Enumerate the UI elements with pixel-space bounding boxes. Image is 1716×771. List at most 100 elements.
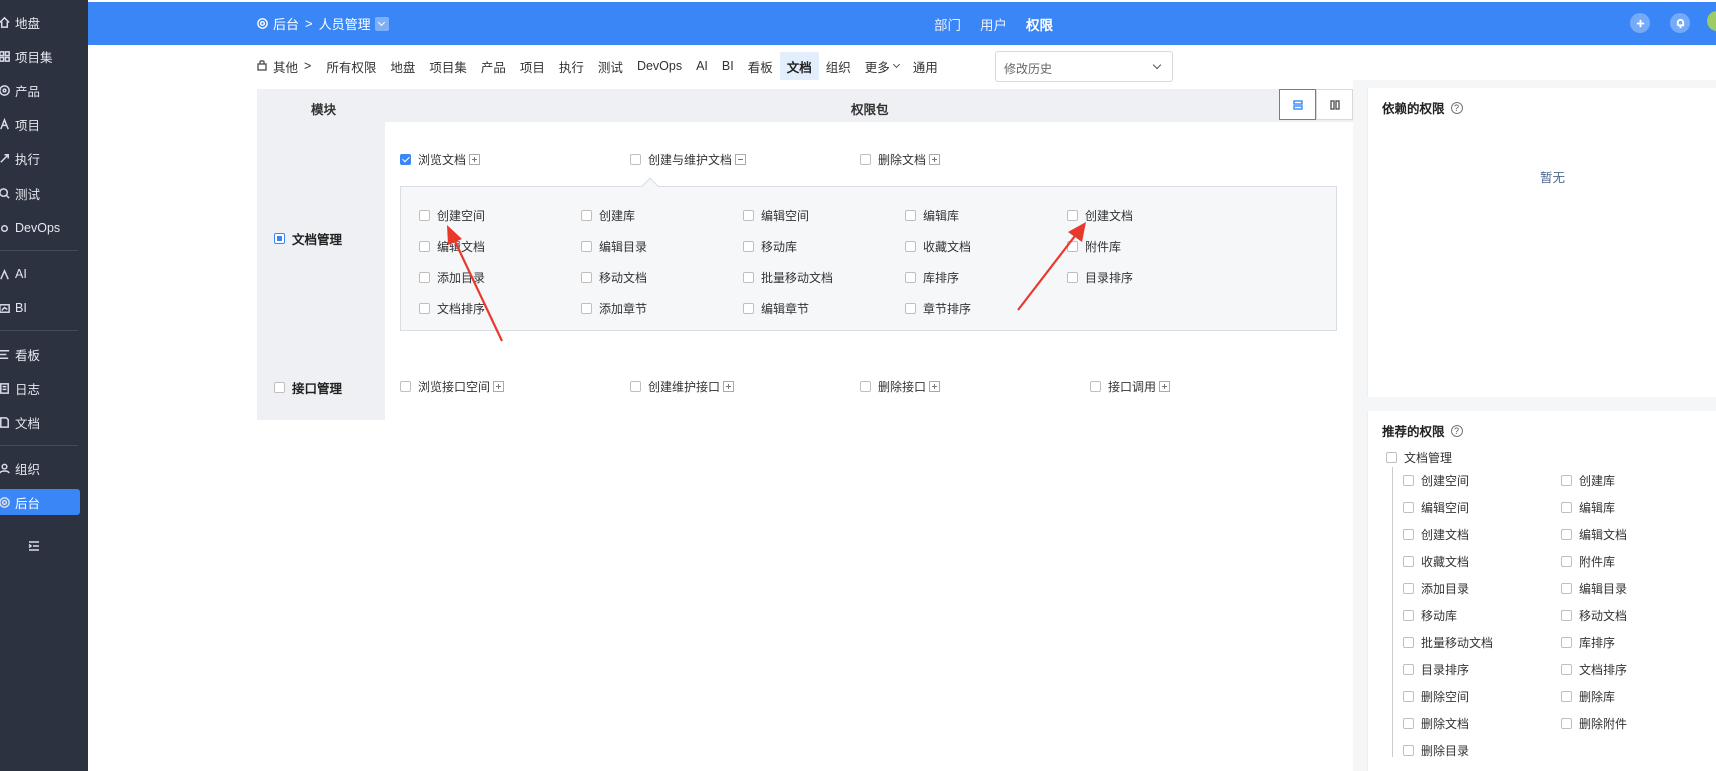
- sidebar-item-program[interactable]: 项目集: [0, 43, 88, 69]
- pack-checkbox[interactable]: [860, 154, 871, 165]
- module-api-management[interactable]: 接口管理: [274, 378, 342, 397]
- checkbox[interactable]: [1561, 529, 1572, 540]
- checkbox[interactable]: [905, 210, 916, 221]
- perm-collect-doc[interactable]: 收藏文档: [905, 238, 971, 255]
- checkbox[interactable]: [419, 303, 430, 314]
- checkbox[interactable]: [1403, 475, 1414, 486]
- checkbox[interactable]: [1561, 691, 1572, 702]
- perm-create-lib[interactable]: 创建库: [581, 207, 635, 224]
- checkbox[interactable]: [1403, 718, 1414, 729]
- checkbox[interactable]: [581, 303, 592, 314]
- checkbox[interactable]: [1561, 475, 1572, 486]
- sidebar-item-product[interactable]: 产品: [0, 77, 88, 103]
- sidebar-item-dashboard[interactable]: 地盘: [0, 9, 88, 35]
- rec-item[interactable]: 创建文档: [1403, 526, 1469, 543]
- pack-checkbox[interactable]: [630, 154, 641, 165]
- pack-checkbox[interactable]: [630, 381, 641, 392]
- module-checkbox[interactable]: [274, 233, 285, 244]
- rec-item[interactable]: 编辑文档: [1561, 526, 1627, 543]
- rec-item[interactable]: 删除文档: [1403, 715, 1469, 732]
- sidebar-item-kanban[interactable]: 看板: [0, 341, 88, 367]
- checkbox[interactable]: [1403, 583, 1414, 594]
- checkbox[interactable]: [1561, 637, 1572, 648]
- checkbox[interactable]: [419, 272, 430, 283]
- checkbox[interactable]: [743, 241, 754, 252]
- pack-checkbox[interactable]: [400, 154, 411, 165]
- rec-item[interactable]: 库排序: [1561, 634, 1615, 651]
- expand-icon[interactable]: [1159, 381, 1171, 392]
- rec-item[interactable]: 批量移动文档: [1403, 634, 1493, 651]
- subnav-project[interactable]: 项目: [513, 52, 552, 80]
- subnav-dashboard[interactable]: 地盘: [383, 52, 422, 80]
- sidebar-item-org[interactable]: 组织: [0, 455, 88, 481]
- subnav-program[interactable]: 项目集: [422, 52, 474, 80]
- expand-icon[interactable]: [469, 154, 481, 165]
- collapse-sidebar-icon[interactable]: [27, 539, 41, 553]
- rec-item[interactable]: 删除附件: [1561, 715, 1627, 732]
- subnav-devops[interactable]: DevOps: [630, 52, 689, 80]
- checkbox[interactable]: [419, 241, 430, 252]
- subnav-more[interactable]: 更多: [858, 52, 906, 80]
- rec-item[interactable]: 目录排序: [1403, 661, 1469, 678]
- pack-checkbox[interactable]: [860, 381, 871, 392]
- checkbox[interactable]: [1403, 664, 1414, 675]
- perm-batch-move-doc[interactable]: 批量移动文档: [743, 269, 833, 286]
- checkbox[interactable]: [905, 272, 916, 283]
- subnav-bi[interactable]: BI: [715, 52, 741, 80]
- checkbox[interactable]: [743, 272, 754, 283]
- subnav-all[interactable]: 所有权限: [319, 52, 383, 80]
- expand-icon[interactable]: [493, 381, 505, 392]
- perm-edit-lib[interactable]: 编辑库: [905, 207, 959, 224]
- perm-sort-chapter[interactable]: 章节排序: [905, 300, 971, 317]
- bell-icon[interactable]: [1670, 13, 1690, 33]
- sidebar-item-bi[interactable]: BI: [0, 295, 88, 321]
- checkbox[interactable]: [581, 241, 592, 252]
- subnav-org[interactable]: 组织: [819, 52, 858, 80]
- perm-edit-space[interactable]: 编辑空间: [743, 207, 809, 224]
- rec-item[interactable]: 文档排序: [1561, 661, 1627, 678]
- subnav-general[interactable]: 通用: [906, 52, 945, 80]
- breadcrumb-dropdown-icon[interactable]: [374, 16, 389, 31]
- list-view-button[interactable]: [1279, 89, 1316, 120]
- sidebar-item-log[interactable]: 日志: [0, 375, 88, 401]
- breadcrumb-root[interactable]: 后台: [273, 14, 299, 33]
- subnav-kanban[interactable]: 看板: [741, 52, 780, 80]
- sidebar-item-project[interactable]: 项目: [0, 111, 88, 137]
- checkbox[interactable]: [1403, 637, 1414, 648]
- add-icon[interactable]: [1630, 13, 1650, 33]
- pack-delete-api[interactable]: 删除接口: [860, 378, 941, 395]
- help-icon[interactable]: ?: [1450, 424, 1463, 437]
- checkbox[interactable]: [743, 303, 754, 314]
- column-view-button[interactable]: [1316, 89, 1353, 120]
- pack-create-maintain-api[interactable]: 创建维护接口: [630, 378, 735, 395]
- pack-browse-api-space[interactable]: 浏览接口空间: [400, 378, 505, 395]
- rec-item[interactable]: 添加目录: [1403, 580, 1469, 597]
- perm-add-chapter[interactable]: 添加章节: [581, 300, 647, 317]
- sidebar-item-ai[interactable]: AI: [0, 261, 88, 287]
- checkbox[interactable]: [743, 210, 754, 221]
- expand-icon[interactable]: [723, 381, 735, 392]
- subnav-doc[interactable]: 文档: [779, 52, 819, 80]
- rec-item[interactable]: 删除目录: [1403, 742, 1469, 759]
- checkbox[interactable]: [1403, 529, 1414, 540]
- subnav-other[interactable]: 其他: [273, 57, 298, 76]
- checkbox[interactable]: [1561, 583, 1572, 594]
- sidebar-item-doc[interactable]: 文档: [0, 409, 88, 435]
- rec-item[interactable]: 删除库: [1561, 688, 1615, 705]
- perm-move-doc[interactable]: 移动文档: [581, 269, 647, 286]
- expand-icon[interactable]: [929, 381, 941, 392]
- checkbox[interactable]: [1561, 718, 1572, 729]
- perm-sort-lib[interactable]: 库排序: [905, 269, 959, 286]
- breadcrumb-current[interactable]: 人员管理: [319, 14, 371, 33]
- pack-checkbox[interactable]: [1090, 381, 1101, 392]
- pack-create-maintain-doc[interactable]: 创建与维护文档: [630, 151, 747, 168]
- perm-edit-chapter[interactable]: 编辑章节: [743, 300, 809, 317]
- rec-item[interactable]: 编辑空间: [1403, 499, 1469, 516]
- checkbox[interactable]: [1561, 502, 1572, 513]
- checkbox[interactable]: [1561, 664, 1572, 675]
- perm-edit-catalog[interactable]: 编辑目录: [581, 238, 647, 255]
- checkbox[interactable]: [1386, 452, 1397, 463]
- perm-move-lib[interactable]: 移动库: [743, 238, 797, 255]
- rec-item[interactable]: 移动文档: [1561, 607, 1627, 624]
- checkbox[interactable]: [581, 210, 592, 221]
